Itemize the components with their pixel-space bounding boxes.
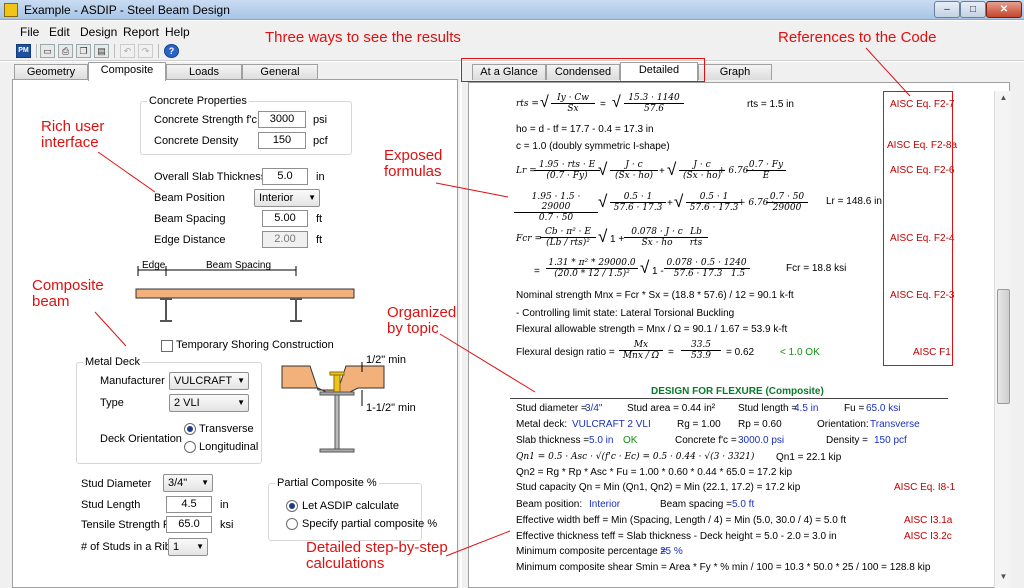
annotation-composite-1: Composite bbox=[32, 277, 104, 294]
tab-detailed[interactable]: Detailed bbox=[620, 62, 698, 81]
annotation-organized-1: Organized bbox=[387, 304, 457, 321]
annotation-references: References to the Code bbox=[778, 29, 937, 46]
annotation-rich-ui-2: interface bbox=[41, 134, 99, 151]
annotation-three-ways: Three ways to see the results bbox=[265, 29, 461, 46]
annotation-rich-ui-1: Rich user bbox=[41, 118, 105, 135]
annotation-exposed-2: formulas bbox=[384, 163, 442, 180]
annotation-detailed-1: Detailed step-by-step bbox=[306, 539, 448, 556]
annotation-organized-2: by topic bbox=[387, 320, 439, 337]
annotation-composite-2: beam bbox=[32, 293, 70, 310]
annotation-arrows bbox=[94, 47, 911, 557]
tab-composite[interactable]: Composite bbox=[88, 62, 166, 81]
annotation-detailed-2: calculations bbox=[306, 555, 385, 572]
annotation-exposed-1: Exposed bbox=[384, 147, 443, 164]
